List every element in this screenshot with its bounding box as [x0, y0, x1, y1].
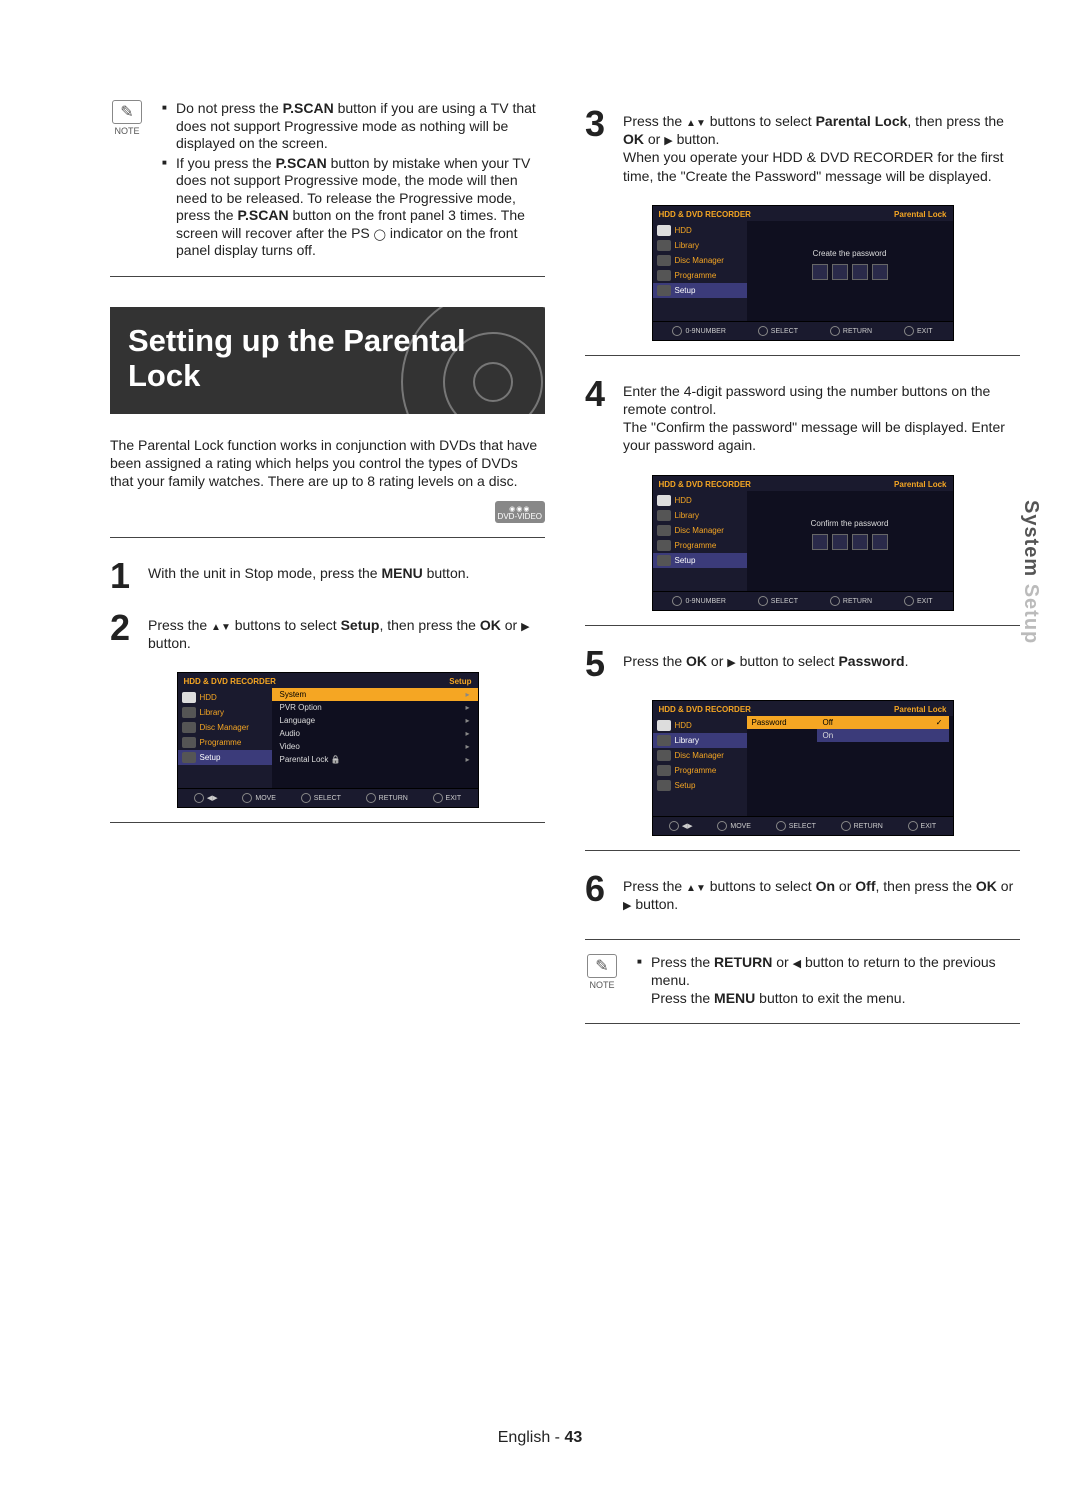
step-4: 4 Enter the 4-digit password using the n…: [585, 370, 1020, 467]
osd-password-options: HDD & DVD RECORDERParental Lock HDD Libr…: [652, 700, 954, 836]
section-heading: Setting up the Parental Lock: [110, 307, 545, 414]
bottom-note: ✎ NOTE Press the RETURN or button to ret…: [585, 954, 1020, 1024]
step-number: 5: [585, 648, 613, 680]
step-5: 5 Press the OK or button to select Passw…: [585, 640, 1020, 692]
step-1: 1 With the unit in Stop mode, press the …: [110, 552, 545, 604]
step-6: 6 Press the buttons to select On or Off,…: [585, 865, 1020, 925]
step-number: 6: [585, 873, 613, 905]
note-icon: ✎ NOTE: [110, 100, 144, 136]
note-item: If you press the P.SCAN button by mistak…: [166, 155, 545, 260]
step-text: Enter the 4-digit password using the num…: [623, 378, 1020, 455]
page-footer: English - 43: [0, 1429, 1080, 1447]
step-3: 3 Press the buttons to select Parental L…: [585, 100, 1020, 197]
osd-confirm-password: HDD & DVD RECORDERParental Lock HDD Libr…: [652, 475, 954, 611]
step-text: Press the buttons to select Parental Loc…: [623, 108, 1020, 185]
step-text: Press the OK or button to select Passwor…: [623, 648, 909, 670]
step-number: 3: [585, 108, 613, 140]
osd-create-password: HDD & DVD RECORDERParental Lock HDD Libr…: [652, 205, 954, 341]
note-item: Press the RETURN or button to return to …: [641, 954, 1020, 1007]
step-text: With the unit in Stop mode, press the ME…: [148, 560, 469, 582]
osd-setup-screen: HDD & DVD RECORDERSetup HDD Library Disc…: [177, 672, 479, 808]
note-body: Press the RETURN or button to return to …: [629, 954, 1020, 1009]
step-2: 2 Press the buttons to select Setup, the…: [110, 604, 545, 664]
note-item: Do not press the P.SCAN button if you ar…: [166, 100, 545, 153]
top-note: ✎ NOTE Do not press the P.SCAN button if…: [110, 100, 545, 277]
step-number: 1: [110, 560, 138, 592]
step-number: 2: [110, 612, 138, 644]
dvd-video-badge: ◉◉◉DVD-VIDEO: [495, 501, 545, 523]
note-icon: ✎ NOTE: [585, 954, 619, 990]
step-text: Press the buttons to select Setup, then …: [148, 612, 545, 652]
step-number: 4: [585, 378, 613, 410]
note-body: Do not press the P.SCAN button if you ar…: [154, 100, 545, 262]
side-tab: System Setup: [1019, 500, 1042, 644]
intro-text: The Parental Lock function works in conj…: [110, 436, 545, 491]
heading-title: Setting up the Parental Lock: [128, 323, 527, 394]
step-text: Press the buttons to select On or Off, t…: [623, 873, 1020, 913]
badge-row: ◉◉◉DVD-VIDEO: [110, 501, 545, 523]
